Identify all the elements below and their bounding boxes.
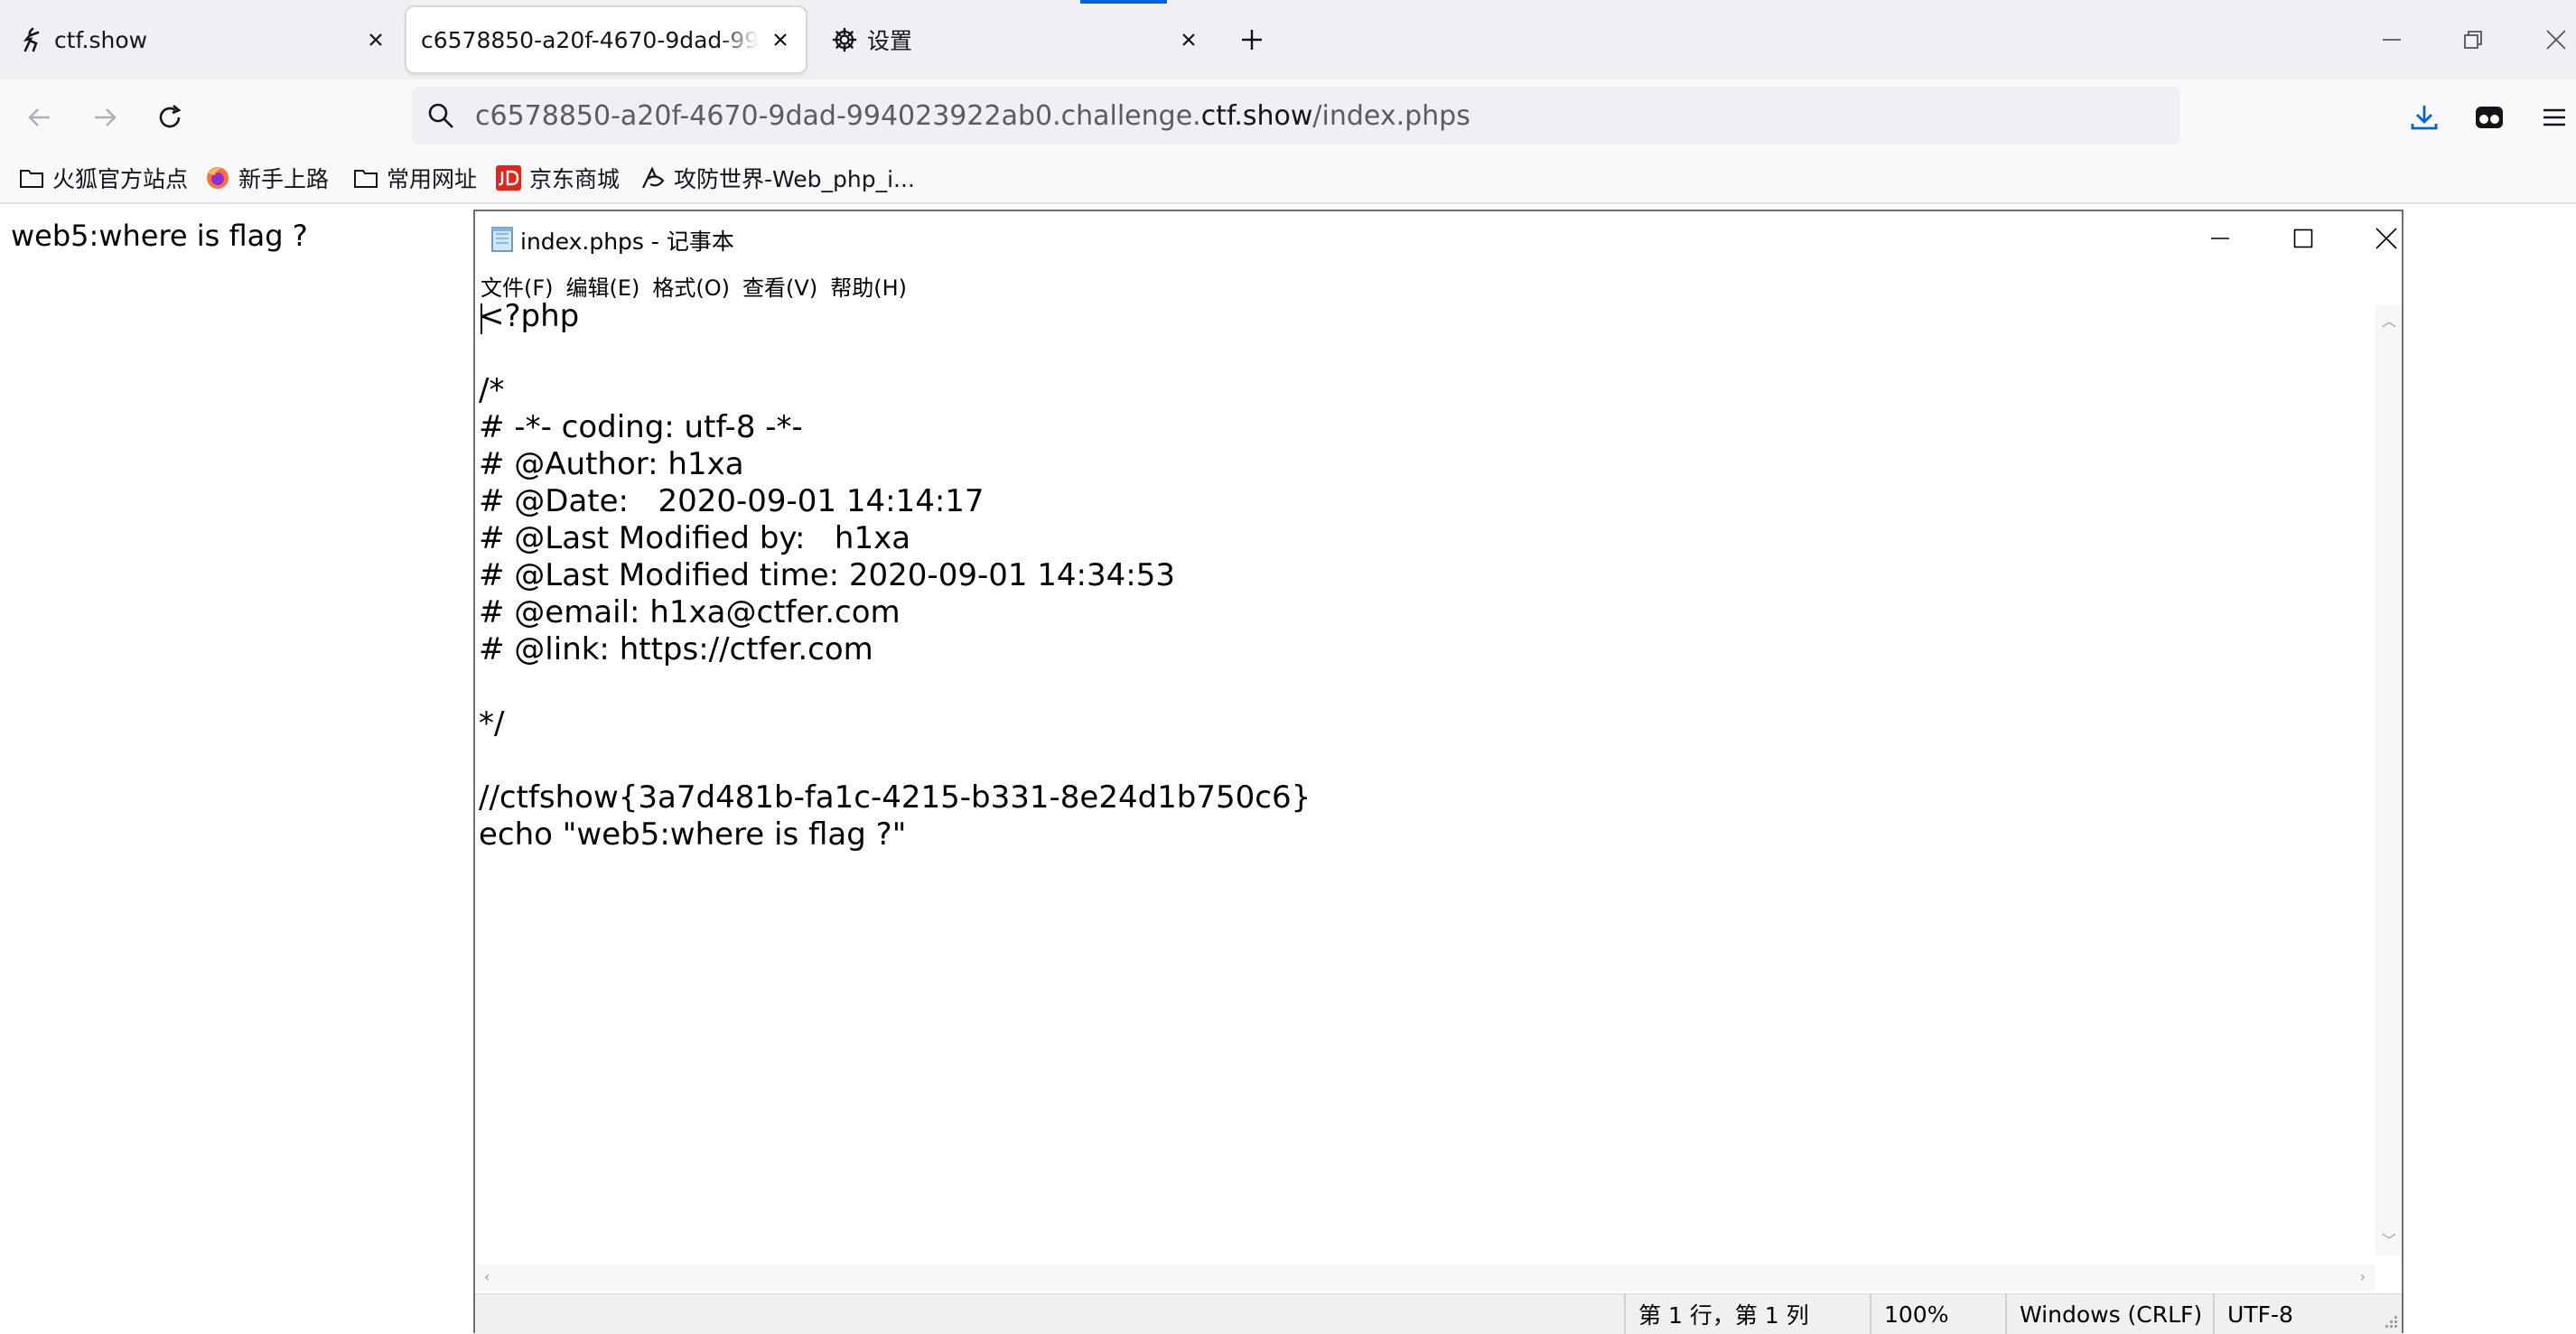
url-path: /index.phps [1312,99,1470,132]
new-tab-button[interactable] [1234,22,1270,58]
private-browsing-icon[interactable] [2469,98,2509,137]
horizontal-scrollbar[interactable]: ‹ › [475,1264,2375,1292]
close-tab-icon[interactable] [361,25,390,54]
notepad-minimize-button[interactable] [2193,217,2247,260]
navigation-toolbar: c6578850-a20f-4670-9dad-994023922ab0.cha… [0,79,2576,154]
cursor-position: 第 1 行，第 1 列 [1624,1294,1870,1334]
notepad-title-bar[interactable]: index.phps - 记事本 [475,211,2402,266]
bookmark-label: 新手上路 [238,166,330,192]
site-icon [639,164,667,191]
bookmark-getting-started[interactable]: 新手上路 [204,159,329,197]
url-prefix: c6578850-a20f-4670-9dad-994023922ab0.cha… [475,99,1201,132]
bookmark-label: 常用网址 [387,166,478,192]
text-caret [481,303,482,334]
zoom-level: 100% [1870,1294,2005,1334]
notepad-text-area[interactable]: <?php /* # -*- coding: utf-8 -*- # @Auth… [479,298,2375,1255]
bookmark-label: 京东商城 [529,166,621,192]
firefox-icon [204,164,231,191]
notepad-maximize-button[interactable] [2276,217,2330,260]
bookmark-jd[interactable]: 京东商城 [495,159,620,197]
tab-label: 设置 [867,28,913,54]
scroll-right-icon[interactable]: › [2360,1268,2366,1285]
menu-edit[interactable]: 编辑(E) [561,270,646,302]
menu-view[interactable]: 查看(V) [737,270,823,302]
back-button[interactable] [20,98,60,137]
resize-grip-icon[interactable] [2380,1312,2398,1330]
notepad-status-bar: 第 1 行，第 1 列 100% Windows (CRLF) UTF-8 [475,1293,2402,1334]
menu-format[interactable]: 格式(O) [647,270,735,302]
tab-ctfshow[interactable]: ctf.show [0,7,405,72]
bookmark-label: 火狐官方站点 [52,166,189,192]
tab-label: ctf.show [54,26,148,53]
bookmark-label: 攻防世界-Web_php_i... [674,166,915,192]
bookmark-firefox-official[interactable]: 火狐官方站点 [18,159,188,197]
folder-icon [352,164,379,191]
url-host: ctf.show [1200,99,1313,132]
url-text[interactable]: c6578850-a20f-4670-9dad-994023922ab0.cha… [475,100,1470,132]
notepad-close-button[interactable] [2359,217,2413,260]
bookmarks-toolbar: 火狐官方站点 新手上路 常用网址 京东商城 攻防世界-Web_php_i... [0,154,2576,204]
notepad-content: <?php /* # -*- coding: utf-8 -*- # @Auth… [479,298,1311,853]
reload-button[interactable] [150,98,190,137]
menu-file[interactable]: 文件(F) [475,270,559,302]
downloads-button[interactable] [2404,98,2444,137]
scroll-up-icon[interactable]: ︿ [2382,309,2396,331]
scroll-down-icon[interactable]: ﹀ [2382,1228,2396,1250]
tab-index-phps[interactable]: c6578850-a20f-4670-9dad-994023922ab0.cha… [406,7,806,72]
vertical-scrollbar[interactable]: ︿ ﹀ [2375,305,2402,1255]
close-window-button[interactable] [2536,20,2576,60]
tab-settings[interactable]: 设置 [813,7,1218,72]
minimize-window-button[interactable] [2372,20,2412,60]
search-icon [425,99,457,132]
line-ending: Windows (CRLF) [2005,1294,2213,1334]
tab-strip: ctf.show c6578850-a20f-4670-9dad-9940239… [0,0,2576,79]
menu-help[interactable]: 帮助(H) [825,270,912,302]
page-body-text: web5:where is flag ? [11,219,308,253]
scroll-left-icon[interactable]: ‹ [484,1268,490,1285]
bookmark-adworld[interactable]: 攻防世界-Web_php_i... [639,159,915,197]
encoding: UTF-8 [2213,1294,2403,1334]
bookmark-common-sites[interactable]: 常用网址 [352,159,477,197]
forward-button[interactable] [85,98,125,137]
close-tab-icon[interactable] [766,25,795,54]
folder-icon [18,164,45,191]
notepad-window: index.phps - 记事本 文件(F) 编辑(E) 格式(O) 查看(V)… [473,210,2403,1334]
close-tab-icon[interactable] [1174,25,1203,54]
notepad-icon [488,224,517,253]
ctfshow-favicon-icon [18,26,45,53]
menu-icon[interactable] [2534,98,2574,137]
notepad-title: index.phps - 记事本 [520,229,734,255]
restore-window-button[interactable] [2453,20,2493,60]
jd-icon [495,164,522,191]
tab-label: c6578850-a20f-4670-9dad-994023922ab0.cha… [421,26,759,53]
address-bar[interactable]: c6578850-a20f-4670-9dad-994023922ab0.cha… [412,87,2180,145]
gear-icon [831,26,858,53]
tab-strip-indicator [1080,0,1167,4]
